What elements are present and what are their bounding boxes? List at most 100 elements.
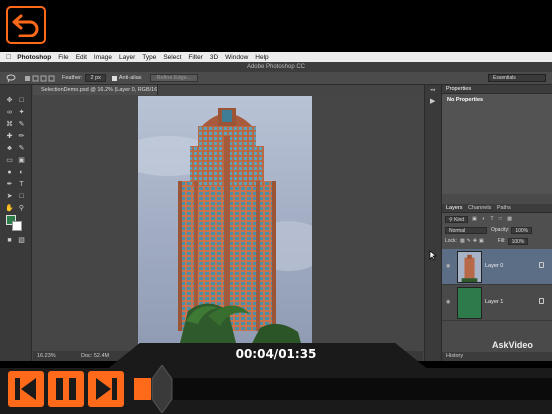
opacity-input[interactable]: 100% [511,226,533,234]
channels-tab[interactable]: Channels [468,205,491,211]
quick-mask-icon[interactable]: ■ [5,237,14,245]
layer-row-1[interactable]: ◉ Layer 1 [442,285,552,321]
hand-icon[interactable]: ✋ [5,205,14,213]
kind-label: Kind [454,216,465,223]
refine-edge-button[interactable]: Refine Edge... [149,74,199,82]
properties-tab[interactable]: Properties [446,86,471,92]
blend-row: Normal Opacity: 100% [445,226,533,234]
lock-icon [539,262,544,268]
menu-image[interactable]: Image [94,54,112,61]
workspace-select[interactable]: Essentials [488,74,546,82]
menu-bar:  Photoshop File Edit Image Layer Type S… [0,52,552,62]
type-icon[interactable]: T [17,181,26,189]
menu-app-name[interactable]: Photoshop [17,54,51,61]
marquee-tool-icon[interactable]: □ [17,97,26,105]
collapsed-panel-strip: ▶ ◂◂ [424,85,442,361]
move-tool-icon[interactable]: ✥ [5,97,14,105]
crop-icon[interactable]: ⌘ [5,121,14,129]
menu-edit[interactable]: Edit [76,54,87,61]
stamp-icon[interactable]: ♣ [5,145,14,153]
layer-name[interactable]: Layer 1 [485,299,503,305]
paths-tab[interactable]: Paths [497,205,511,211]
window-title: Adobe Photoshop CC [246,64,306,70]
pause-icon [56,378,76,400]
workspace: ✥ □ ∞ ✦ ⌘ ✎ ✚ ✏ ♣ ✎ ▭ ▣ ● ◐ ✒ T ➤ □ ✋ ⚲ … [0,85,552,361]
blend-mode-select[interactable]: Normal [445,226,487,234]
history-brush-icon[interactable]: ✎ [17,145,26,153]
lock-icon [539,298,544,304]
skip-forward-button[interactable] [88,371,124,407]
back-arrow-icon [12,14,39,37]
blur-icon[interactable]: ● [5,169,14,177]
feather-control: Feather: 2 px [62,74,106,82]
layer-name[interactable]: Layer 0 [485,263,503,269]
healing-icon[interactable]: ✚ [5,133,14,141]
app-title-bar: Adobe Photoshop CC [0,62,552,72]
fill-input[interactable]: 100% [507,237,529,245]
canvas-area[interactable] [33,95,423,351]
properties-panel-header: Properties [442,85,552,94]
skip-back-icon [15,378,36,400]
eye-icon[interactable]: ◉ [446,299,452,305]
eye-icon[interactable]: ◉ [446,263,452,269]
menu-3d[interactable]: 3D [210,54,218,61]
tower-photo-image [138,96,312,351]
lock-icons[interactable]: ▩✎✥▣ [460,238,486,244]
background-color-swatch[interactable] [12,221,22,231]
layers-tab[interactable]: Layers [446,205,463,211]
menu-window[interactable]: Window [225,54,248,61]
eyedropper-icon[interactable]: ✎ [17,121,26,129]
options-bar: Feather: 2 px Anti-alias Refine Edge... … [0,72,552,85]
lasso-icon[interactable]: ∞ [5,109,14,117]
right-panels: Properties No Properties Layers Channels… [442,85,552,361]
anti-alias-label: Anti-alias [118,75,142,81]
menu-layer[interactable]: Layer [119,54,135,61]
timecode: 00:04/01:35 [235,347,317,361]
progress-track[interactable] [134,378,552,400]
layers-panel-header: Layers Channels Paths [442,204,552,213]
layer-thumbnail-fill [457,287,482,319]
scrubber-handle[interactable] [150,365,174,413]
lock-row: Lock: ▩✎✥▣ Fill: 100% [445,237,529,245]
pause-button[interactable] [48,371,84,407]
apple-icon[interactable]:  [6,54,11,61]
layers-controls: ⚲ Kind ▣ ◐ T □ ▩ Normal Opacity: 100% Lo… [442,213,552,249]
document-tab[interactable]: SelectionDemo.psd @ 16.2% (Layer 0, RGB/… [33,85,158,95]
lasso-tool-icon[interactable] [6,74,18,82]
feather-input[interactable]: 2 px [85,74,106,82]
skip-back-button[interactable] [8,371,44,407]
opacity-label: Opacity: [491,227,510,233]
menu-file[interactable]: File [58,54,68,61]
feather-label: Feather: [62,75,83,81]
back-button[interactable] [6,6,46,44]
skip-forward-icon [96,378,117,400]
selection-mode-icons[interactable] [24,75,56,82]
path-select-icon[interactable]: ➤ [5,193,14,201]
magic-wand-icon[interactable]: ✦ [17,109,26,117]
eraser-icon[interactable]: ▭ [5,157,14,165]
menu-help[interactable]: Help [255,54,268,61]
fill-label: Fill: [497,238,506,244]
brush-icon[interactable]: ✏ [17,133,26,141]
top-bar [0,0,552,52]
panel-collapse-icon[interactable]: ◂◂ [430,87,435,93]
shape-icon[interactable]: □ [17,193,26,201]
menu-type[interactable]: Type [142,54,156,61]
filter-icons[interactable]: ▣ ◐ T □ ▩ [472,216,514,222]
layer-filter-row: ⚲ Kind ▣ ◐ T □ ▩ [445,215,514,223]
dodge-icon[interactable]: ◐ [17,169,26,177]
progress-fill [134,378,151,400]
zoom-icon[interactable]: ⚲ [17,205,26,213]
menu-select[interactable]: Select [163,54,181,61]
anti-alias-checkbox[interactable]: Anti-alias [111,75,142,81]
kind-filter-select[interactable]: ⚲ Kind [445,215,469,223]
menu-filter[interactable]: Filter [188,54,202,61]
layer-row-0[interactable]: ◉ Layer 0 [442,249,552,285]
properties-body: No Properties [442,94,552,194]
pen-icon[interactable]: ✒ [5,181,14,189]
panel-play-icon[interactable]: ▶ [430,97,435,105]
gradient-icon[interactable]: ▣ [17,157,26,165]
screen-mode-icon[interactable]: ▧ [17,237,26,245]
lock-label: Lock: [445,238,457,244]
checkbox-icon [111,75,117,81]
